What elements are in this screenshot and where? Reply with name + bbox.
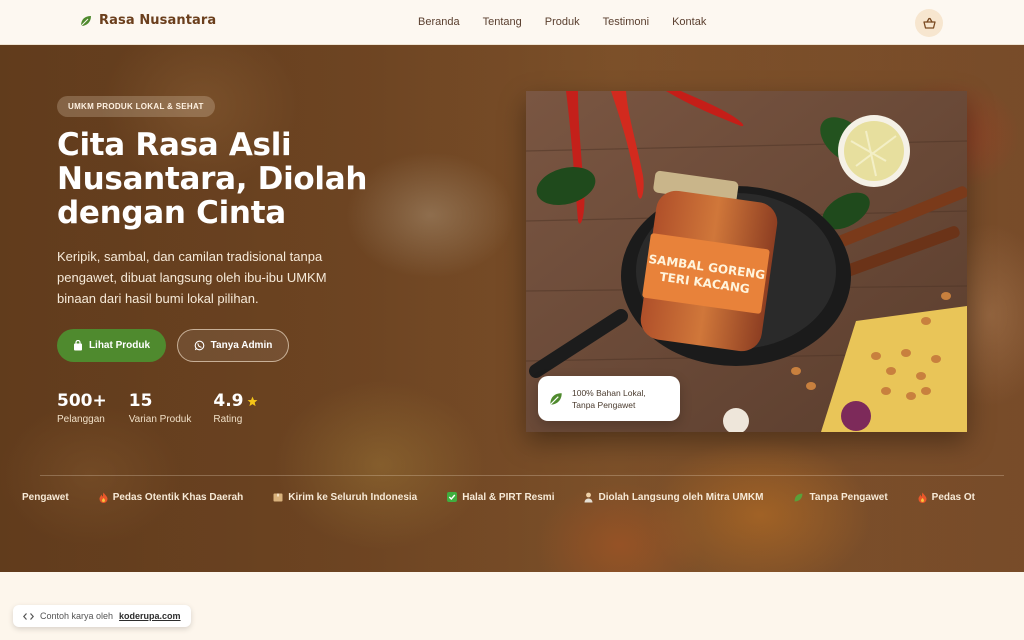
nav-item-kontak[interactable]: Kontak (672, 16, 706, 28)
star-icon (247, 396, 258, 407)
ask-admin-button[interactable]: Tanya Admin (177, 329, 289, 362)
hero-stats: 500+ Pelanggan 15 Varian Produk 4.9 Rati… (57, 391, 280, 425)
person-icon (584, 492, 593, 503)
image-badge: 100% Bahan Lokal, Tanpa Pengawet (538, 376, 680, 421)
stat-value: 15 (128, 391, 153, 411)
marquee-item: Pengawet (22, 490, 69, 504)
package-icon (273, 492, 283, 502)
nav-item-tentang[interactable]: Tentang (483, 16, 522, 28)
code-icon (23, 612, 34, 621)
nav-item-testimoni[interactable]: Testimoni (603, 16, 649, 28)
stat-value: 500+ (57, 391, 107, 411)
marquee-label: Pedas Otentik Khas Daerah (112, 491, 244, 503)
marquee-label: Pedas Ot (931, 491, 976, 503)
hero-subtitle: Keripik, sambal, dan camilan tradisional… (57, 249, 327, 306)
top-navbar: Rasa Nusantara Beranda Tentang Produk Te… (0, 0, 1024, 45)
nav-item-beranda[interactable]: Beranda (418, 16, 460, 28)
fire-icon (99, 492, 108, 503)
hero-tag: UMKM PRODUK LOKAL & SEHAT (57, 96, 215, 117)
marquee-label: Tanpa Pengawet (809, 491, 888, 503)
leaf-icon (79, 14, 93, 28)
stat-label: Pelanggan (57, 414, 105, 425)
check-box-icon (447, 492, 458, 502)
stat-customers: 500+ Pelanggan (57, 391, 107, 425)
nav-item-produk[interactable]: Produk (545, 16, 580, 28)
marquee-item: Pedas Otentik Khas Daerah (99, 490, 244, 504)
image-badge-line2: Tanpa Pengawet (572, 399, 636, 410)
credit-prefix: Contoh karya oleh (40, 611, 114, 621)
ask-admin-label: Tanya Admin (210, 340, 273, 351)
marquee-divider (40, 475, 1004, 476)
hero-title: Cita Rasa Asli Nusantara, Diolah dengan … (57, 127, 368, 231)
marquee-label: Diolah Langsung oleh Mitra UMKM (598, 491, 764, 503)
stat-rating-value-wrap: 4.9 (213, 391, 257, 411)
shopping-basket-icon (922, 17, 936, 29)
marquee-label: Pengawet (22, 491, 69, 503)
whatsapp-icon (194, 340, 205, 351)
stat-label: Rating (213, 414, 243, 425)
image-badge-line1: 100% Bahan Lokal, (572, 387, 646, 398)
marquee-label: Halal & PIRT Resmi (462, 491, 555, 503)
marquee-item: Pedas Ot (918, 490, 975, 504)
stat-rating: 4.9 Rating (213, 391, 257, 425)
marquee-item: Tanpa Pengawet (793, 490, 888, 504)
view-products-label: Lihat Produk (88, 340, 151, 351)
leaf-icon (793, 492, 804, 503)
leaf-icon (548, 391, 564, 407)
brand-name: Rasa Nusantara (99, 13, 217, 28)
credit-badge[interactable]: Contoh karya oleh koderupa.com (13, 605, 191, 627)
view-products-button[interactable]: Lihat Produk (57, 329, 166, 362)
brand-logo[interactable]: Rasa Nusantara (79, 13, 216, 28)
marquee-label: Kirim ke Seluruh Indonesia (288, 491, 418, 503)
image-badge-text: 100% Bahan Lokal, Tanpa Pengawet (572, 387, 646, 411)
marquee-item: Kirim ke Seluruh Indonesia (273, 490, 417, 504)
stat-variants: 15 Varian Produk (129, 391, 192, 425)
stat-label: Varian Produk (128, 414, 192, 425)
credit-link[interactable]: koderupa.com (119, 611, 181, 621)
bag-icon (73, 340, 83, 351)
cart-button[interactable] (915, 9, 943, 37)
fire-icon (918, 492, 927, 503)
stat-value: 4.9 (213, 391, 244, 411)
marquee-item: Halal & PIRT Resmi (447, 490, 554, 504)
feature-marquee: Pengawet Pedas Otentik Khas Daerah Kirim… (22, 490, 1024, 504)
main-menu: Beranda Tentang Produk Testimoni Kontak (418, 16, 729, 28)
marquee-item: Diolah Langsung oleh Mitra UMKM (584, 490, 763, 504)
